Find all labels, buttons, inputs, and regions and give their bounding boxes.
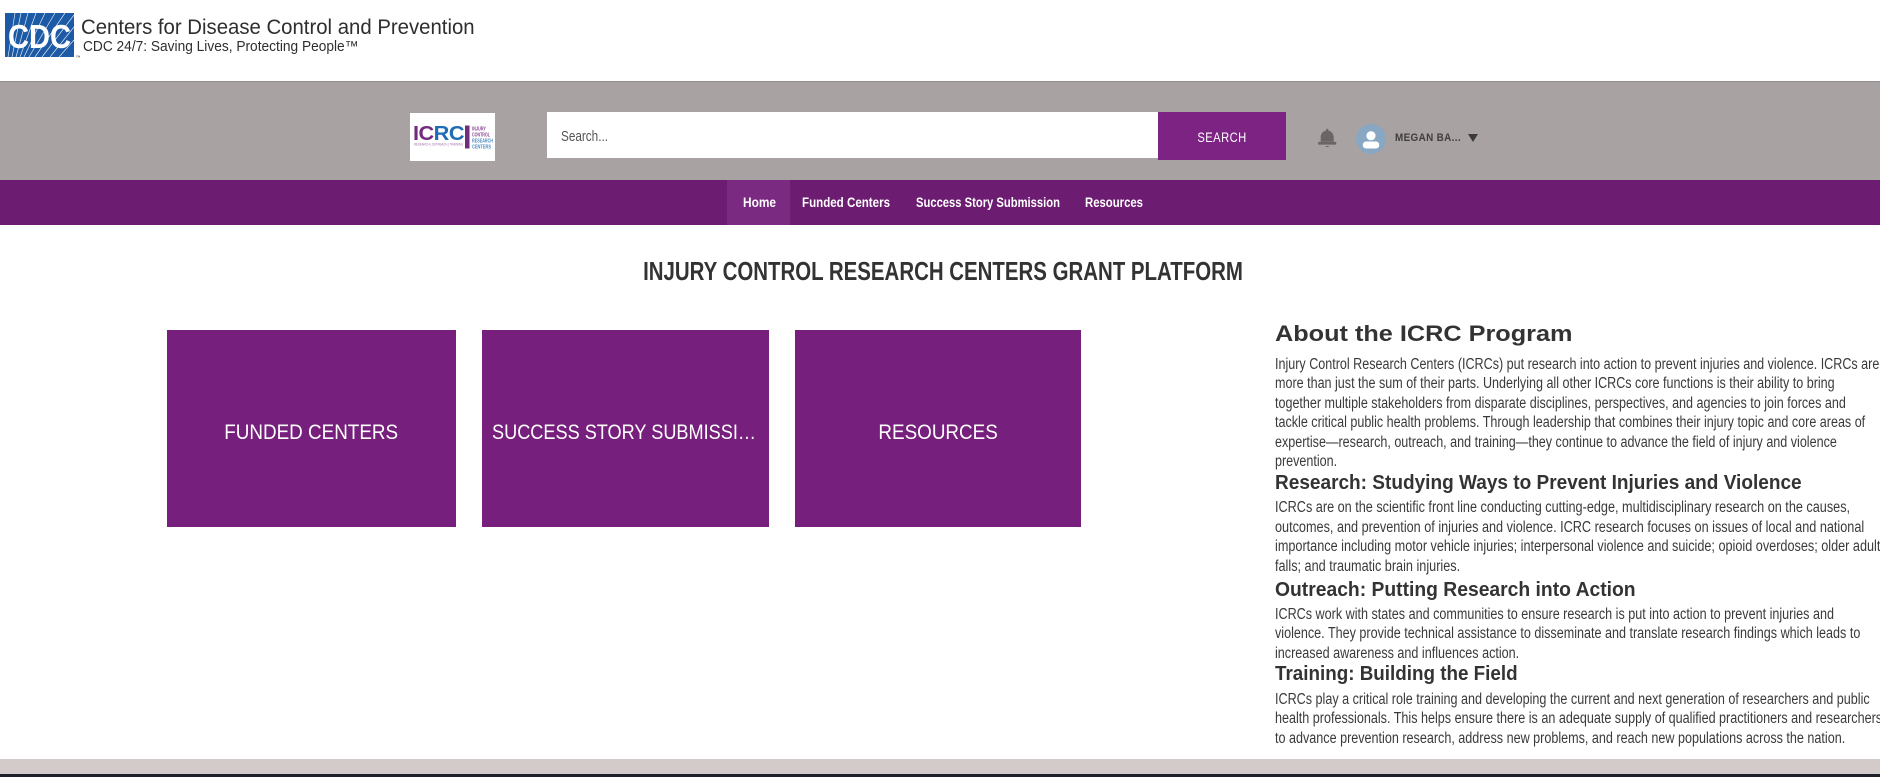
svg-text:CENTERS: CENTERS xyxy=(472,145,492,151)
svg-text:CDC: CDC xyxy=(8,18,71,55)
svg-text:™: ™ xyxy=(76,55,81,61)
svg-text:RESEARCH | OUTREACH | TRAINING: RESEARCH | OUTREACH | TRAINING xyxy=(414,143,463,147)
